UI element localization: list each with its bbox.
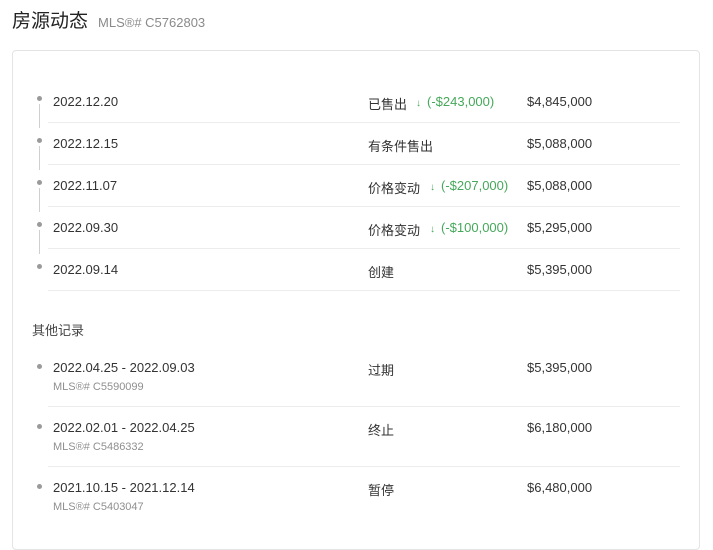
- record-price: $6,180,000: [527, 420, 593, 435]
- record-mls: MLS®# C5486332: [53, 441, 144, 453]
- history-date: 2022.12.15: [53, 136, 119, 151]
- down-arrow-icon: ↓: [430, 224, 435, 235]
- price-change: ↓ (-$100,000): [430, 220, 508, 235]
- row-divider: [48, 406, 680, 407]
- row-divider: [48, 466, 680, 467]
- timeline-dot-icon: [37, 138, 42, 143]
- price-change-amount: (-$243,000): [427, 94, 495, 109]
- history-date: 2022.11.07: [53, 178, 118, 193]
- row-divider: [48, 122, 680, 123]
- down-arrow-icon: ↓: [416, 98, 421, 109]
- history-price: $5,088,000: [527, 136, 593, 151]
- other-records-title: 其他记录: [32, 324, 85, 339]
- price-change-amount: (-$100,000): [441, 220, 509, 235]
- record-status: 过期: [368, 364, 395, 379]
- timeline-dot-icon: [37, 222, 42, 227]
- history-status: 创建: [368, 266, 395, 281]
- price-change: ↓ (-$207,000): [430, 178, 508, 193]
- timeline-dot-icon: [37, 484, 42, 489]
- record-dates: 2022.02.01 - 2022.04.25: [53, 420, 195, 435]
- timeline-dot-icon: [37, 180, 42, 185]
- history-date: 2022.12.20: [53, 94, 119, 109]
- row-divider: [48, 248, 680, 249]
- row-divider: [48, 164, 680, 165]
- timeline-connector: [39, 188, 40, 212]
- history-status: 价格变动: [368, 224, 421, 239]
- history-status: 已售出: [368, 98, 408, 113]
- timeline-dot-icon: [37, 424, 42, 429]
- timeline-connector: [39, 104, 40, 128]
- record-price: $5,395,000: [527, 360, 593, 375]
- history-status: 有条件售出: [368, 140, 434, 155]
- row-divider: [48, 206, 680, 207]
- record-price: $6,480,000: [527, 480, 593, 495]
- history-price: $5,088,000: [527, 178, 593, 193]
- history-card: [12, 50, 700, 550]
- timeline-dot-icon: [37, 364, 42, 369]
- timeline-connector: [39, 146, 40, 170]
- timeline-dot-icon: [37, 96, 42, 101]
- history-price: $4,845,000: [527, 94, 593, 109]
- price-change-amount: (-$207,000): [441, 178, 509, 193]
- record-mls: MLS®# C5590099: [53, 381, 144, 393]
- history-date: 2022.09.14: [53, 262, 119, 277]
- record-dates: 2021.10.15 - 2021.12.14: [53, 480, 195, 495]
- timeline-connector: [39, 230, 40, 254]
- row-divider: [48, 290, 680, 291]
- mls-number: MLS®# C5762803: [98, 15, 206, 30]
- record-status: 终止: [368, 424, 395, 439]
- history-price: $5,395,000: [527, 262, 593, 277]
- timeline-dot-icon: [37, 264, 42, 269]
- listing-history-header: 房源动态 MLS®# C5762803: [12, 6, 205, 33]
- record-dates: 2022.04.25 - 2022.09.03: [53, 360, 195, 375]
- price-change: ↓ (-$243,000): [416, 94, 494, 109]
- history-price: $5,295,000: [527, 220, 593, 235]
- history-date: 2022.09.30: [53, 220, 119, 235]
- down-arrow-icon: ↓: [430, 182, 435, 193]
- page-title: 房源动态: [12, 10, 89, 32]
- record-mls: MLS®# C5403047: [53, 501, 144, 513]
- record-status: 暂停: [368, 484, 395, 499]
- history-status: 价格变动: [368, 182, 421, 197]
